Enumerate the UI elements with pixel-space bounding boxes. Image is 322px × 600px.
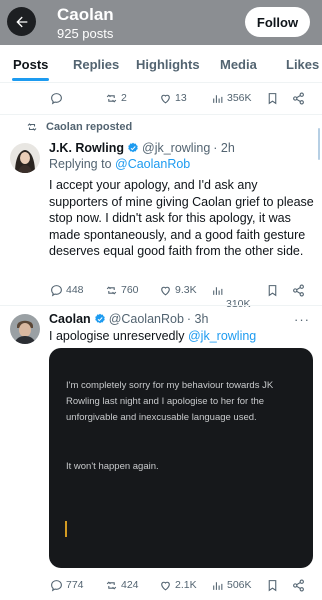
author-handle: @CaolanRob [108,312,184,326]
post-time: · 3h [186,312,209,326]
repost-button[interactable]: 424 [105,575,139,595]
tab-likes[interactable]: Likes [286,45,319,83]
more-options-icon[interactable]: ··· [294,312,310,327]
reply-button[interactable]: 448 [50,280,84,300]
caolan-name-row: Caolan @CaolanRob · 3h [49,312,208,326]
reply-icon [51,284,62,296]
post-divider [0,305,322,306]
repost-icon [27,123,37,131]
profile-header: Caolan 925 posts Follow [0,0,322,45]
prev-post-actions: 2 13 356K [0,88,322,108]
follow-button[interactable]: Follow [245,7,310,37]
analytics-icon [213,94,223,103]
repost-count: 424 [121,579,139,591]
bookmark-button[interactable] [266,88,282,108]
reply-count: 774 [66,579,84,591]
repost-button[interactable]: 760 [105,280,139,300]
author-name[interactable]: Caolan [49,312,91,326]
caolan-post-actions: 774 424 2.1K 506K [0,575,322,595]
rowling-post-actions: 448 760 9.3K [0,280,322,300]
bookmark-icon [268,92,277,104]
like-button[interactable]: 13 [159,88,187,108]
verified-badge-icon [94,313,105,324]
share-button[interactable] [292,575,308,595]
reply-count: 448 [66,284,84,296]
repost-banner-text: Caolan reposted [46,121,133,133]
tab-replies[interactable]: Replies [73,45,119,83]
reply-button[interactable] [50,88,66,108]
tab-media[interactable]: Media [220,45,257,83]
repost-icon [106,93,117,103]
profile-name: Caolan [57,5,114,24]
mention-link[interactable]: @jk_rowling [188,329,256,343]
views-button[interactable] [211,280,227,300]
post-count: 925 posts [57,26,114,41]
view-count: 356K [227,92,252,104]
avatar-caolan[interactable] [10,314,40,344]
arrow-left-icon [15,16,27,27]
like-count: 2.1K [175,579,197,591]
share-button[interactable] [292,280,308,300]
like-button[interactable]: 2.1K [159,575,197,595]
heart-icon [161,581,170,590]
author-name[interactable]: J.K. Rowling [49,141,124,155]
reply-icon [51,579,62,591]
replying-to-link[interactable]: @CaolanRob [115,157,190,171]
tab-highlights[interactable]: Highlights [136,45,200,83]
bookmark-icon [268,579,277,591]
heart-icon [161,286,170,295]
rowling-name-row: J.K. Rowling @jk_rowling · 2h [49,141,235,155]
analytics-icon [213,286,223,295]
author-handle: @jk_rowling [142,141,211,155]
like-button[interactable]: 9.3K [159,280,197,300]
bookmark-button[interactable] [266,280,282,300]
post-time: · 2h [213,141,235,155]
media-text-promise: It won't happen again. [66,461,159,472]
view-count: 310K [226,298,251,310]
rowling-tweet-text: I accept your apology, and I'd ask any s… [49,178,314,258]
tweet-text-prefix: I apologise unreservedly [49,329,188,343]
like-count: 9.3K [175,284,197,296]
back-button[interactable] [7,7,36,36]
verified-badge-icon [128,142,138,153]
bookmark-button[interactable] [266,575,282,595]
repost-count: 760 [121,284,139,296]
post-divider [0,114,322,115]
share-icon [293,92,304,104]
share-icon [293,284,304,296]
media-text-apology: I'm completely sorry for my behaviour to… [66,380,274,423]
analytics-icon [213,581,223,590]
avatar-rowling[interactable] [10,143,40,173]
like-count: 13 [175,92,187,104]
replying-prefix: Replying to [49,157,116,171]
profile-tabs: Posts Replies Highlights Media Likes [0,45,322,83]
text-cursor [65,521,67,537]
repost-button[interactable]: 2 [105,88,127,108]
share-icon [293,579,304,591]
heart-icon [161,94,170,103]
media-image[interactable]: I'm completely sorry for my behaviour to… [49,348,313,568]
repost-icon [106,580,117,590]
scroll-indicator [318,128,320,160]
active-tab-indicator [12,78,49,81]
views-button[interactable]: 506K [211,575,252,595]
repost-banner[interactable]: Caolan reposted [26,121,132,133]
repost-count: 2 [121,92,127,104]
reply-button[interactable]: 774 [50,575,84,595]
view-count: 506K [227,579,252,591]
reply-icon [51,92,62,104]
replying-to: Replying to @CaolanRob [49,157,190,171]
views-button[interactable]: 356K [211,88,252,108]
caolan-tweet-text: I apologise unreservedly @jk_rowling [49,328,314,345]
bookmark-icon [268,284,277,296]
repost-icon [106,285,117,295]
share-button[interactable] [292,88,308,108]
